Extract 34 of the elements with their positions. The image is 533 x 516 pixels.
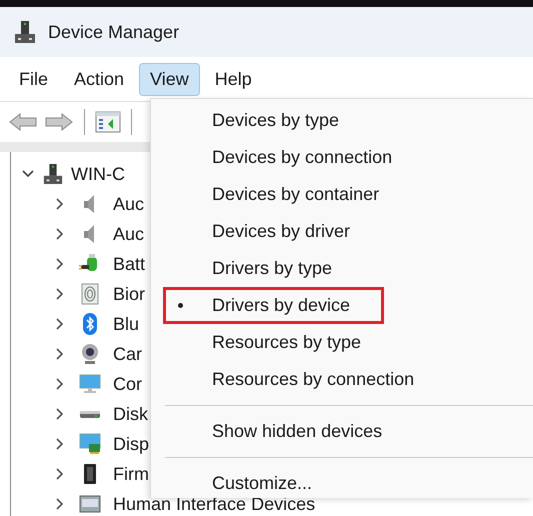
tree-item[interactable]: Cor <box>113 374 142 394</box>
tree-item[interactable]: Human Interface Devices <box>113 494 316 514</box>
properties-icon[interactable] <box>95 110 121 134</box>
tree-item[interactable]: WIN-C <box>71 164 125 184</box>
display-card-icon <box>79 433 101 455</box>
menu-item[interactable]: Help <box>204 62 263 96</box>
tree-item[interactable]: Blu <box>113 314 140 334</box>
menu-item[interactable]: Drivers by device <box>163 287 384 324</box>
menu-item[interactable]: Action <box>63 62 136 96</box>
tree-item[interactable]: Disk <box>113 404 148 424</box>
tree-item[interactable]: Disp <box>113 434 150 454</box>
computer-icon <box>14 20 36 44</box>
computer-icon <box>43 163 63 185</box>
menu-item[interactable]: Devices by driver <box>163 218 384 246</box>
tree-item[interactable]: Auc <box>113 224 144 244</box>
tree-item[interactable]: Firm <box>113 464 149 484</box>
menu-item[interactable]: Resources by connection <box>163 366 426 394</box>
menu-item[interactable]: View <box>139 62 200 96</box>
monitor-icon <box>79 373 101 395</box>
menu-item[interactable]: Resources by type <box>163 328 384 356</box>
tree-item[interactable]: Batt <box>113 254 146 274</box>
tree-item[interactable]: Auc <box>113 194 144 214</box>
menu-item[interactable]: Devices by connection <box>163 144 404 172</box>
window-title: Device Manager <box>48 22 180 42</box>
tree-item[interactable]: Car <box>113 344 142 364</box>
menu-item[interactable]: File <box>8 62 60 96</box>
webcam-icon <box>79 343 101 365</box>
menu-item[interactable]: Devices by type <box>163 106 384 134</box>
tree-item[interactable]: Bior <box>113 284 146 304</box>
menu-item[interactable]: Show hidden devices <box>163 418 394 446</box>
disk-drive-icon <box>79 410 101 418</box>
menu-item[interactable]: Drivers by type <box>163 254 384 282</box>
menu-item[interactable]: Customize... <box>163 470 384 498</box>
menu-item[interactable]: Devices by container <box>163 180 390 208</box>
